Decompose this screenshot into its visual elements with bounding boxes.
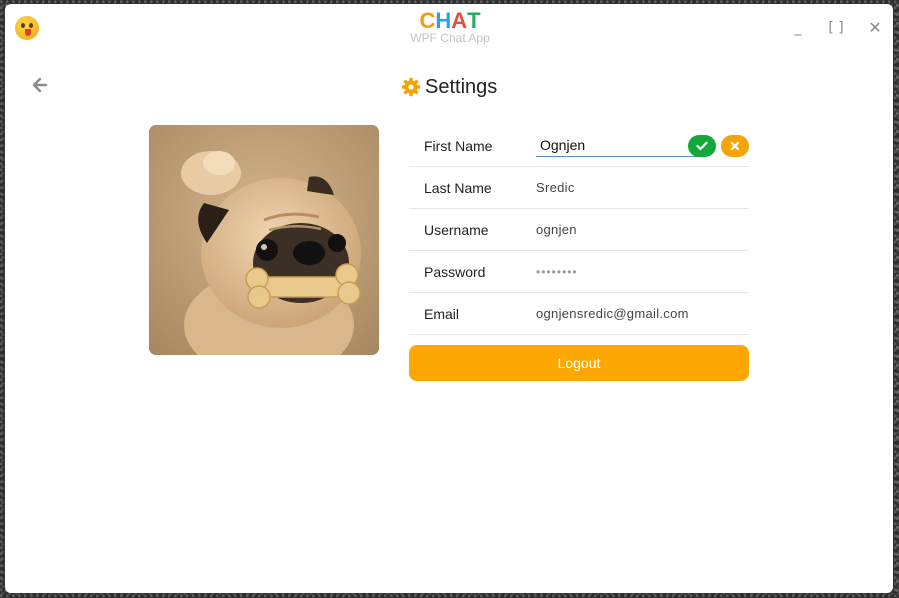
maximize-button[interactable]: [ ] [823,16,849,40]
app-window: CHAT WPF Chat App _ [ ] ✕ Settings First… [5,4,893,593]
logo-letter-a: A [451,8,468,33]
field-row-last-name[interactable]: Last Name Sredic [409,167,749,209]
settings-form: First Name Last Name Sredic Usern [409,125,749,381]
password-label: Password [424,263,486,280]
logo-text: CHAT [400,10,500,32]
first-name-input[interactable] [536,134,699,157]
last-name-label: Last Name [424,179,492,196]
page-title: Settings [425,75,498,98]
email-value: ognjensredic@gmail.com [536,306,689,321]
logo-letter-h: H [435,8,452,33]
profile-avatar [149,125,379,355]
app-emoji-icon [15,16,39,40]
field-row-password[interactable]: Password •••••••• [409,251,749,293]
password-value: •••••••• [536,264,578,279]
title-bar[interactable]: CHAT WPF Chat App _ [ ] ✕ [5,4,893,56]
back-arrow-icon[interactable] [31,76,49,94]
username-label: Username [424,221,489,238]
field-row-email[interactable]: Email ognjensredic@gmail.com [409,293,749,335]
close-icon [730,141,740,151]
pug-photo [149,125,379,355]
app-subtitle: WPF Chat App [410,31,490,45]
minimize-button[interactable]: _ [785,16,811,40]
close-window-button[interactable]: ✕ [862,16,888,40]
field-row-username[interactable]: Username ognjen [409,209,749,251]
email-label: Email [424,305,460,322]
page-header: Settings [401,74,497,100]
app-logo: CHAT WPF Chat App [400,10,500,45]
gear-icon [401,77,421,97]
emoji-eye-left [21,23,25,28]
emoji-eye-right [29,23,33,28]
check-icon [696,141,708,151]
emoji-tongue [25,29,31,36]
edit-actions [683,135,749,157]
last-name-value: Sredic [536,180,575,195]
logo-letter-c: C [419,8,436,33]
logo-letter-t: T [467,8,481,33]
first-name-label: First Name [424,137,493,154]
confirm-edit-button[interactable] [688,135,716,157]
username-value: ognjen [536,222,577,237]
logout-button[interactable]: Logout [409,345,749,381]
cancel-edit-button[interactable] [721,135,749,157]
field-row-first-name: First Name [409,125,749,167]
